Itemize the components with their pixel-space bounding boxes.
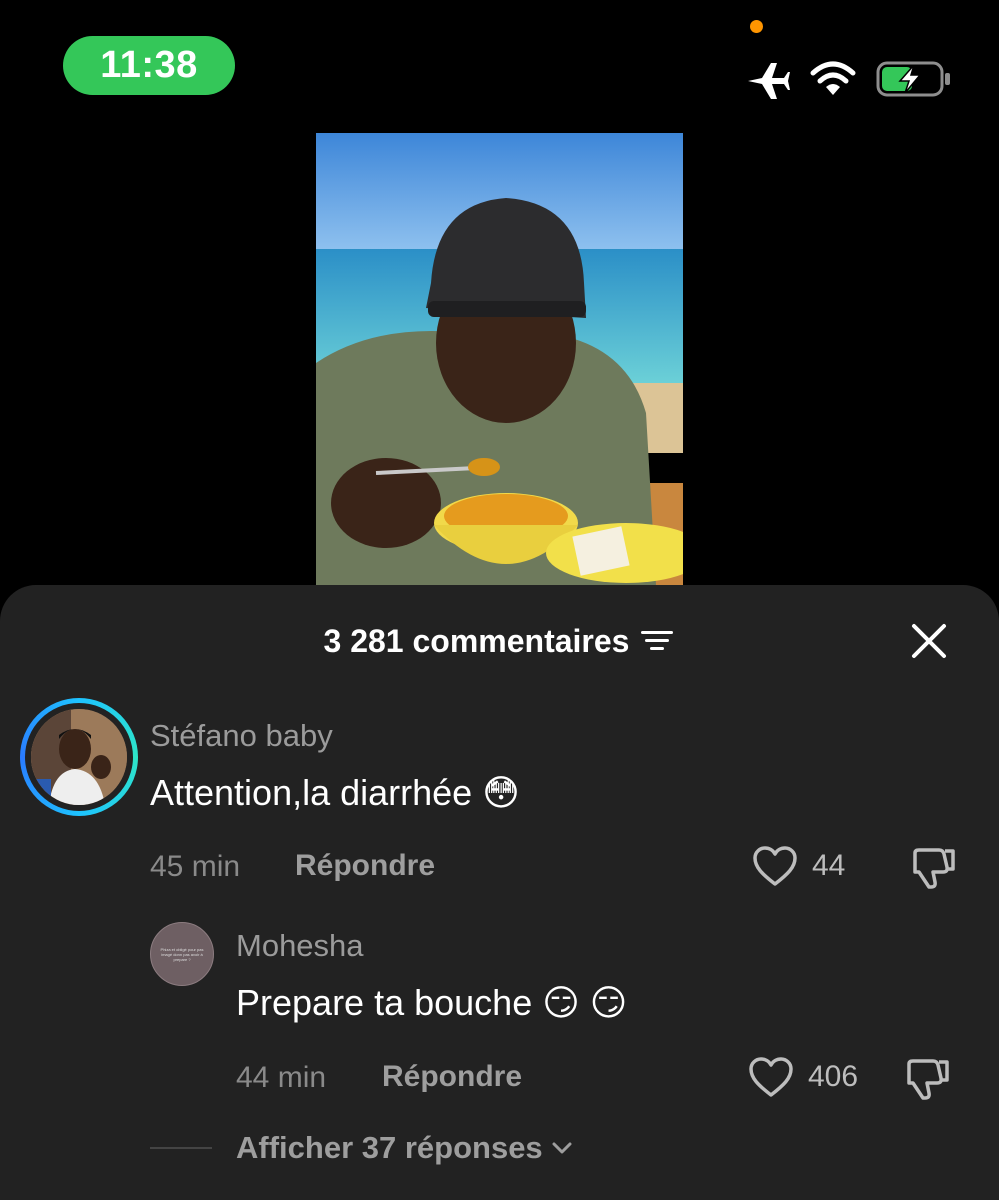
airplane-icon — [748, 63, 790, 99]
status-time: 11:38 — [100, 44, 198, 86]
divider — [150, 1147, 212, 1149]
comment-item: Phiza et obligé pour pas imagé donn pas … — [0, 585, 999, 1105]
dislike-button[interactable] — [905, 1058, 951, 1107]
battery-charging-icon — [876, 61, 950, 97]
show-replies-button[interactable]: Afficher 37 réponses — [150, 1130, 573, 1166]
avatar-caption: Phiza et obligé pour pas imagé donn pas … — [160, 946, 204, 962]
privacy-indicator-dot — [750, 20, 763, 33]
comment-time: 44 min — [236, 1061, 327, 1094]
chevron-down-icon — [551, 1141, 573, 1155]
comments-sheet: 3 281 commentaires Stéfano baby Attentio… — [0, 585, 999, 1200]
status-icons — [746, 55, 956, 105]
status-time-pill[interactable]: 11:38 — [63, 36, 235, 95]
avatar[interactable]: Phiza et obligé pour pas imagé donn pas … — [150, 922, 214, 986]
reply-button[interactable]: Répondre — [382, 1060, 522, 1094]
like-button[interactable]: 406 — [748, 1056, 858, 1098]
like-count: 406 — [808, 1060, 859, 1093]
comment-username[interactable]: Mohesha — [236, 928, 364, 964]
wifi-icon — [810, 61, 856, 95]
video-thumbnail[interactable] — [316, 133, 683, 585]
heart-icon — [749, 1057, 793, 1097]
show-replies-label: Afficher 37 réponses — [236, 1130, 543, 1165]
comment-text: Prepare ta bouche 😏 😏 — [236, 982, 628, 1023]
screen: 11:38 3 281 commentaires Stéfano baby At… — [0, 0, 999, 1200]
thumbs-down-icon — [907, 1059, 949, 1100]
